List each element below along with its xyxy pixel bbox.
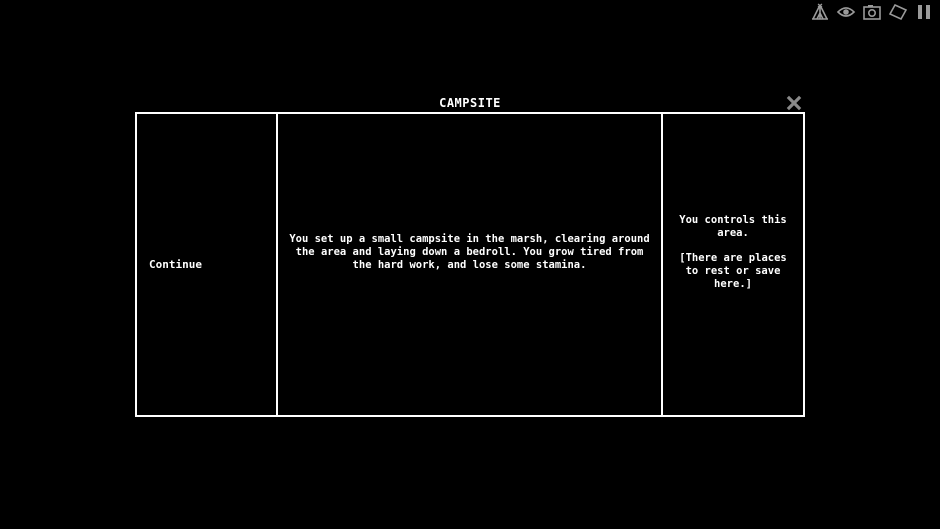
area-info-panel: You controls this area. [There are place… xyxy=(663,114,803,415)
area-note-text: [There are places to rest or save here.] xyxy=(679,251,787,290)
game-screen: CAMPSITE Continue You set up a small cam… xyxy=(0,0,940,529)
eye-icon[interactable] xyxy=(836,2,856,22)
map-icon[interactable] xyxy=(888,2,908,22)
camp-tent-icon[interactable] xyxy=(810,2,830,22)
camera-icon[interactable] xyxy=(862,2,882,22)
area-info: You controls this area. [There are place… xyxy=(671,214,795,291)
campsite-dialog: Continue You set up a small campsite in … xyxy=(135,112,805,417)
area-control-text: You controls this area. xyxy=(679,213,787,239)
close-x-icon[interactable] xyxy=(786,95,802,111)
hud-toolbar xyxy=(810,2,934,22)
narration-text: You set up a small campsite in the marsh… xyxy=(289,232,650,271)
options-panel: Continue xyxy=(137,114,278,415)
continue-option[interactable]: Continue xyxy=(149,258,202,271)
pause-icon[interactable] xyxy=(914,2,934,22)
dialog-title: CAMPSITE xyxy=(439,96,501,110)
narration-panel: You set up a small campsite in the marsh… xyxy=(278,114,663,415)
